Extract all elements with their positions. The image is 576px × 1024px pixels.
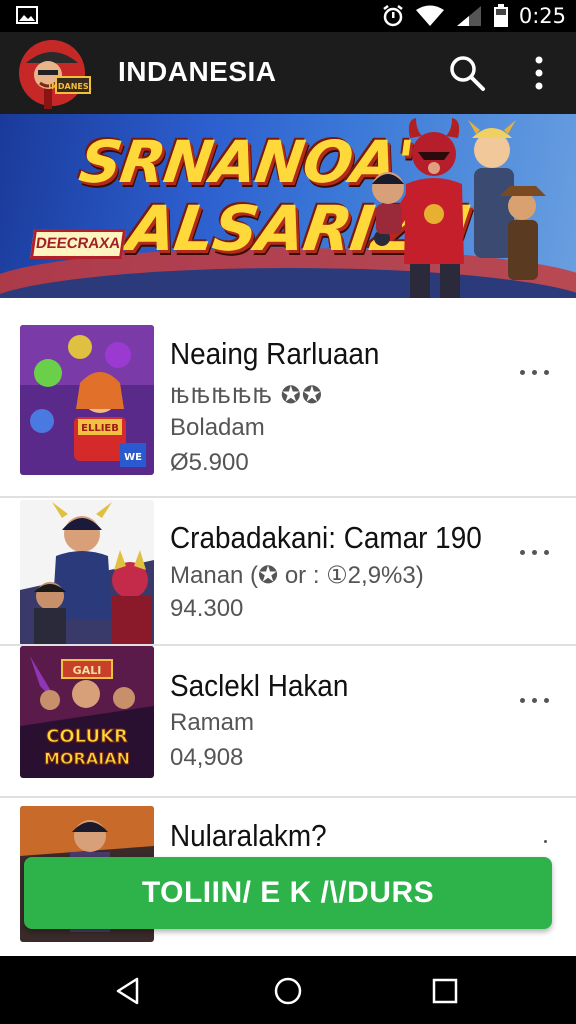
- item-price: 94.300: [170, 595, 244, 622]
- item-price: 04,908: [170, 744, 244, 771]
- back-icon[interactable]: [113, 976, 143, 1006]
- app-title: INDANESIA: [118, 56, 277, 87]
- more-options-icon[interactable]: [518, 688, 554, 712]
- promo-banner[interactable]: SRNANOA' ALSARIZN DEECRAXA: [0, 114, 576, 298]
- thumb-title-line1: COLUKR: [46, 726, 128, 747]
- battery-icon: [493, 4, 508, 27]
- item-category: Boladam: [170, 414, 265, 441]
- list-item[interactable]: ELLIEB WE Neaing Rarluaan ꙓꙓꙓꙓꙓ ✪✪ Bolad…: [0, 298, 576, 498]
- item-title: Nularalakm?: [170, 818, 327, 853]
- item-title: Crabadakani: Camar 190: [170, 520, 482, 555]
- item-rating: Manan (✪ or : ①2,9%3): [170, 562, 424, 589]
- more-vert-icon[interactable]: [528, 54, 550, 92]
- home-icon[interactable]: [273, 976, 303, 1006]
- logo-text: INDANESIA: [48, 82, 92, 91]
- thumb-badge-text: ELLIEB: [81, 423, 119, 434]
- item-rating: ꙓꙓꙓꙓꙓ ✪✪: [170, 382, 323, 409]
- search-icon[interactable]: [448, 54, 486, 92]
- thumb-corner-text: WE: [124, 452, 142, 463]
- app-bar: INDANESIA INDANESIA: [0, 32, 576, 114]
- alarm-icon: [383, 5, 403, 27]
- item-thumbnail[interactable]: GALI COLUKR MORAIAN: [20, 646, 154, 778]
- app-logo[interactable]: INDANESIA: [16, 37, 92, 109]
- item-title: Neaing Rarluaan: [170, 336, 380, 371]
- status-clock: 0:25: [518, 4, 566, 28]
- banner-tag: DEECRAXA: [29, 229, 127, 259]
- thumb-sign-text: GALI: [73, 664, 102, 677]
- more-options-icon[interactable]: [518, 360, 554, 384]
- item-thumbnail[interactable]: ELLIEB WE: [20, 325, 154, 475]
- signal-icon: [456, 6, 481, 26]
- list-item[interactable]: Crabadakani: Camar 190 Manan (✪ or : ①2,…: [0, 498, 576, 646]
- more-options-icon[interactable]: [518, 834, 554, 858]
- banner-heroes-illustration: [372, 118, 546, 298]
- item-price: Ø5.900: [170, 449, 249, 476]
- gallery-icon: [16, 6, 38, 24]
- navigation-bar: [0, 956, 576, 1024]
- list-item[interactable]: GALI COLUKR MORAIAN Saclekl Hakan Ramam …: [0, 646, 576, 798]
- recents-icon[interactable]: [430, 976, 460, 1006]
- item-thumbnail[interactable]: [20, 500, 154, 646]
- status-bar: 0:25: [0, 0, 576, 32]
- app-screen: 0:25 INDANESIA INDANESIA SRNANOA': [0, 0, 576, 1024]
- primary-cta-button[interactable]: TOLIIN/ E K /\/DURS: [24, 857, 552, 929]
- item-category: Ramam: [170, 709, 255, 736]
- thumb-title-line2: MORAIAN: [44, 749, 130, 768]
- item-title: Saclekl Hakan: [170, 668, 349, 703]
- wifi-icon: [415, 5, 444, 26]
- more-options-icon[interactable]: [518, 540, 554, 564]
